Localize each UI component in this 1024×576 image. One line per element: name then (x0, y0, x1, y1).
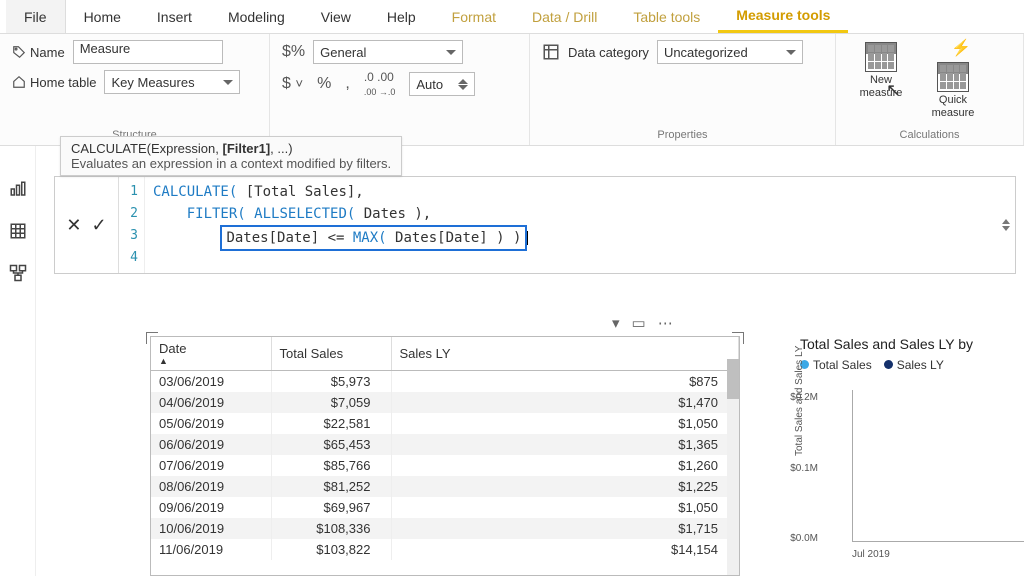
measure-name-input[interactable]: Measure (73, 40, 223, 64)
col-header-total-sales[interactable]: Total Sales (271, 337, 391, 371)
formula-resize-handle[interactable] (997, 177, 1015, 273)
table-row[interactable]: 07/06/2019$85,766$1,260 (151, 455, 739, 476)
category-icon (542, 43, 560, 61)
text-caret (527, 231, 528, 245)
measure-icon (937, 62, 969, 92)
chevron-down-icon (786, 50, 796, 55)
more-options-icon[interactable]: ⋯ (658, 314, 673, 332)
tooltip-signature: CALCULATE(Expression, [Filter1], ...) (71, 141, 391, 156)
ribbon-content: Name Measure Home table Key Measures Str… (0, 34, 1024, 146)
table-row[interactable]: 08/06/2019$81,252$1,225 (151, 476, 739, 497)
data-view-icon[interactable] (9, 222, 27, 240)
decimal-buttons[interactable]: .0 .00.00 →.0 (364, 70, 396, 98)
filter-icon[interactable]: ▾ (612, 314, 620, 332)
scrollbar-thumb[interactable] (727, 359, 739, 399)
home-icon (12, 75, 26, 89)
tab-file[interactable]: File (6, 0, 66, 33)
chart-x-tick: Jul 2019 (852, 549, 890, 560)
chart-y-axis: $0.2M$0.1M$0.0M (800, 392, 818, 544)
table-row[interactable]: 03/06/2019$5,973$875 (151, 371, 739, 393)
chart-visual[interactable]: Total Sales and Sales LY by Total Sales … (800, 336, 1024, 566)
chevron-down-icon (223, 80, 233, 85)
currency-button[interactable]: $ ˅ (282, 75, 303, 93)
decimal-places-input[interactable]: Auto (409, 72, 475, 96)
formula-commit-button[interactable]: ✓ (92, 215, 107, 236)
selection-bracket-icon (732, 332, 744, 344)
data-category-select[interactable]: Uncategorized (657, 40, 803, 64)
col-header-sales-ly[interactable]: Sales LY (391, 337, 739, 371)
dax-editor[interactable]: CALCULATE( [Total Sales], FILTER( ALLSEL… (145, 177, 997, 273)
chart-plot-area (852, 390, 1024, 542)
tag-icon (12, 45, 26, 59)
tab-format[interactable]: Format (434, 0, 514, 33)
col-header-date[interactable]: Date▲ (151, 337, 271, 371)
format-select[interactable]: General (313, 40, 463, 64)
table-scrollbar[interactable] (727, 359, 739, 575)
table-row[interactable]: 10/06/2019$108,336$1,715 (151, 518, 739, 539)
formula-cancel-button[interactable]: ✕ (66, 215, 81, 236)
home-table-select[interactable]: Key Measures (104, 70, 240, 94)
format-string-icon: $% (282, 43, 305, 61)
view-rail (0, 146, 36, 576)
ribbon-tabs: File Home Insert Modeling View Help Form… (0, 0, 1024, 34)
table-row[interactable]: 11/06/2019$103,822$14,154 (151, 539, 739, 560)
table-row[interactable]: 05/06/2019$22,581$1,050 (151, 413, 739, 434)
tab-data-drill[interactable]: Data / Drill (514, 0, 615, 33)
chart-legend: Total Sales Sales LY (800, 358, 1024, 372)
quick-measure-button[interactable]: Quickmeasure (920, 40, 986, 119)
visual-header-icons: ▾ ▭ ⋯ (612, 314, 673, 332)
report-view-icon[interactable] (9, 180, 27, 198)
tab-home[interactable]: Home (66, 0, 139, 33)
legend-dot-icon (884, 360, 893, 369)
selection-bracket-icon (146, 332, 158, 344)
tab-insert[interactable]: Insert (139, 0, 210, 33)
intellisense-tooltip: CALCULATE(Expression, [Filter1], ...) Ev… (60, 136, 402, 176)
tab-modeling[interactable]: Modeling (210, 0, 303, 33)
group-label-calculations: Calculations (848, 127, 1011, 145)
lightning-icon (937, 45, 957, 60)
tab-view[interactable]: View (303, 0, 369, 33)
tab-help[interactable]: Help (369, 0, 434, 33)
measure-icon (865, 42, 897, 72)
formula-bar: ✕ ✓ 1234 CALCULATE( [Total Sales], FILTE… (54, 176, 1016, 274)
name-label: Name (12, 45, 65, 60)
chart-title: Total Sales and Sales LY by (800, 336, 1024, 352)
chevron-down-icon (458, 85, 468, 90)
tab-table-tools[interactable]: Table tools (615, 0, 718, 33)
chevron-up-icon (458, 79, 468, 84)
table-row[interactable]: 06/06/2019$65,453$1,365 (151, 434, 739, 455)
data-category-label: Data category (568, 45, 649, 60)
group-label-properties: Properties (542, 127, 823, 145)
table-row[interactable]: 09/06/2019$69,967$1,050 (151, 497, 739, 518)
percent-button[interactable]: % (317, 75, 331, 93)
home-table-label: Home table (12, 75, 96, 90)
model-view-icon[interactable] (9, 264, 27, 282)
tooltip-description: Evaluates an expression in a context mod… (71, 156, 391, 171)
code-gutter: 1234 (119, 177, 145, 273)
chevron-down-icon (446, 50, 456, 55)
focus-mode-icon[interactable]: ▭ (632, 314, 646, 332)
tab-measure-tools[interactable]: Measure tools (718, 0, 848, 33)
thousands-button[interactable]: , (345, 75, 349, 93)
table-row[interactable]: 04/06/2019$7,059$1,470 (151, 392, 739, 413)
new-measure-button[interactable]: Newmeasure (848, 40, 914, 99)
table-visual[interactable]: Date▲ Total Sales Sales LY 03/06/2019$5,… (150, 336, 740, 576)
